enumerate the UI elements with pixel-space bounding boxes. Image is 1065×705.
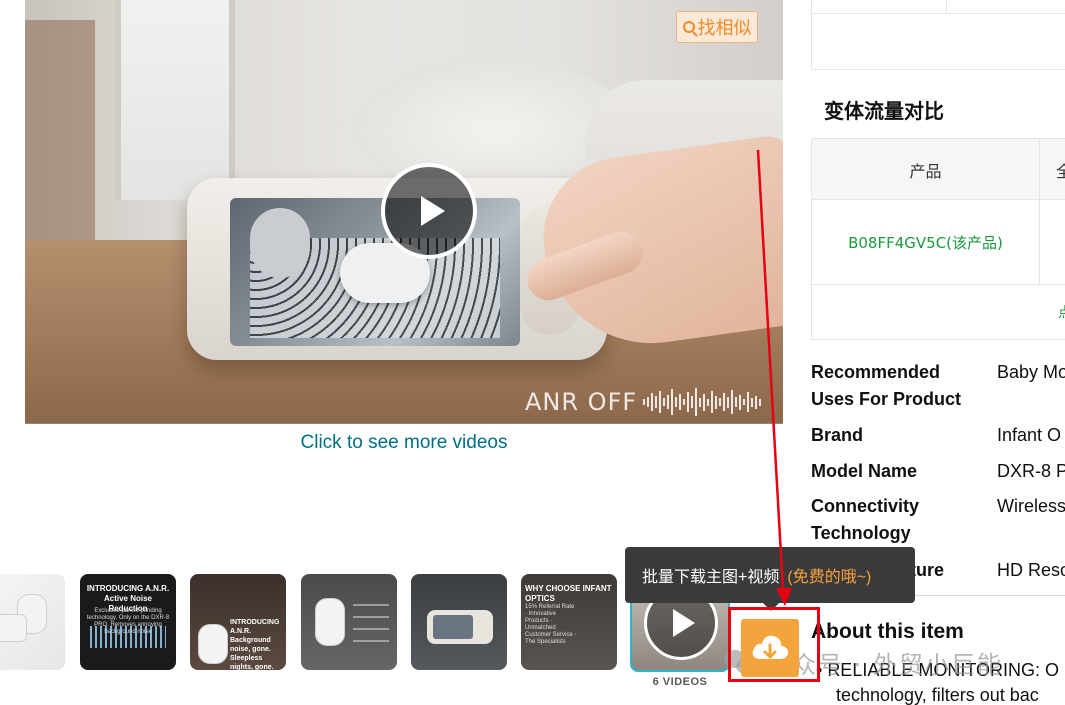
find-similar-label: 找相似 — [697, 18, 752, 38]
thumbnail-4[interactable] — [301, 574, 397, 670]
video-divider — [25, 423, 783, 424]
spec-label-connectivity: Connectivity Technology — [811, 496, 920, 543]
table-cell — [946, 0, 1065, 14]
anr-text: ANR OFF — [525, 388, 638, 416]
spec-value-recommended-uses: Baby Mo — [997, 362, 1065, 382]
highlight-box — [728, 607, 820, 682]
monitor-icon — [0, 614, 27, 642]
variant-traffic-table: 产品 全 B08FF4GV5C(该产品) 点 — [811, 138, 1065, 340]
thumbnail-title: WHY CHOOSE INFANT OPTICS — [525, 584, 612, 603]
feature-list-icon — [353, 604, 389, 644]
find-similar-button[interactable]: 找相似 — [676, 11, 758, 43]
table-header: 产品 全 — [812, 139, 1065, 200]
thumbnail-6[interactable]: WHY CHOOSE INFANT OPTICS 15% Referral Ra… — [521, 574, 617, 670]
sound-wave-icon — [90, 626, 166, 648]
spec-label-brand: Brand — [811, 425, 864, 445]
column-header-2: 全 — [1056, 161, 1065, 181]
spec-value-model-name: DXR-8 P — [997, 461, 1065, 481]
play-icon — [420, 196, 445, 226]
plush-toy — [250, 208, 310, 278]
about-bullet-continuation: technology, filters out bac — [836, 685, 1039, 705]
table-row: 点 — [812, 285, 1065, 341]
video-shelf — [25, 20, 95, 250]
anr-overlay: ANR OFF — [525, 385, 762, 419]
videos-count-label: 6 VIDEOS — [652, 676, 708, 688]
table-row: B08FF4GV5C(该产品) — [812, 200, 1065, 285]
thumbnail-subtitle: 15% Referral Rate · Innovative Products … — [525, 604, 577, 645]
batch-download-tooltip: 批量下载主图+视频 (免费的哦~) — [625, 547, 915, 603]
camera-icon — [315, 598, 345, 646]
variant-traffic-title: 变体流量对比 — [824, 99, 944, 123]
thumbnail-5[interactable] — [411, 574, 507, 670]
audio-wave-icon — [643, 388, 762, 416]
table-row — [811, 14, 1065, 70]
spec-label-model-name: Model Name — [811, 461, 918, 481]
asin-link[interactable]: B08FF4GV5C(该产品) — [812, 200, 1040, 285]
thumbnail-2[interactable]: INTRODUCING A.N.R. Active Noise Reductio… — [80, 574, 176, 670]
play-button[interactable] — [381, 163, 477, 259]
more-link[interactable]: 点 — [1058, 302, 1065, 322]
product-video-player[interactable]: ANR OFF — [25, 0, 783, 423]
spec-value-connectivity: Wireless — [997, 496, 1065, 516]
thumbnail-1[interactable] — [0, 574, 65, 670]
search-icon — [682, 21, 695, 33]
tooltip-free-text: (免费的哦~) — [787, 569, 872, 586]
spec-label-recommended-uses: Recommended Uses For Product — [811, 362, 962, 409]
tooltip-main-text: 批量下载主图+视频 — [642, 569, 780, 586]
more-videos-link[interactable]: Click to see more videos — [290, 432, 518, 454]
monitor-icon — [427, 610, 493, 644]
about-item-title: About this item — [811, 620, 964, 643]
column-header-product: 产品 — [812, 139, 1040, 200]
play-icon — [673, 609, 695, 637]
spec-value-special-feature: HD Reso — [997, 560, 1065, 580]
camera-icon — [198, 624, 228, 664]
video-window — [115, 0, 235, 200]
baby-monitor-screen — [230, 198, 520, 346]
thumbnail-3[interactable]: INTRODUCING A.N.R. Background noise, gon… — [190, 574, 286, 670]
spec-value-brand: Infant O — [997, 425, 1062, 445]
table-cell — [811, 0, 947, 14]
thumbnail-title: INTRODUCING A.N.R. Background noise, gon… — [230, 619, 280, 670]
